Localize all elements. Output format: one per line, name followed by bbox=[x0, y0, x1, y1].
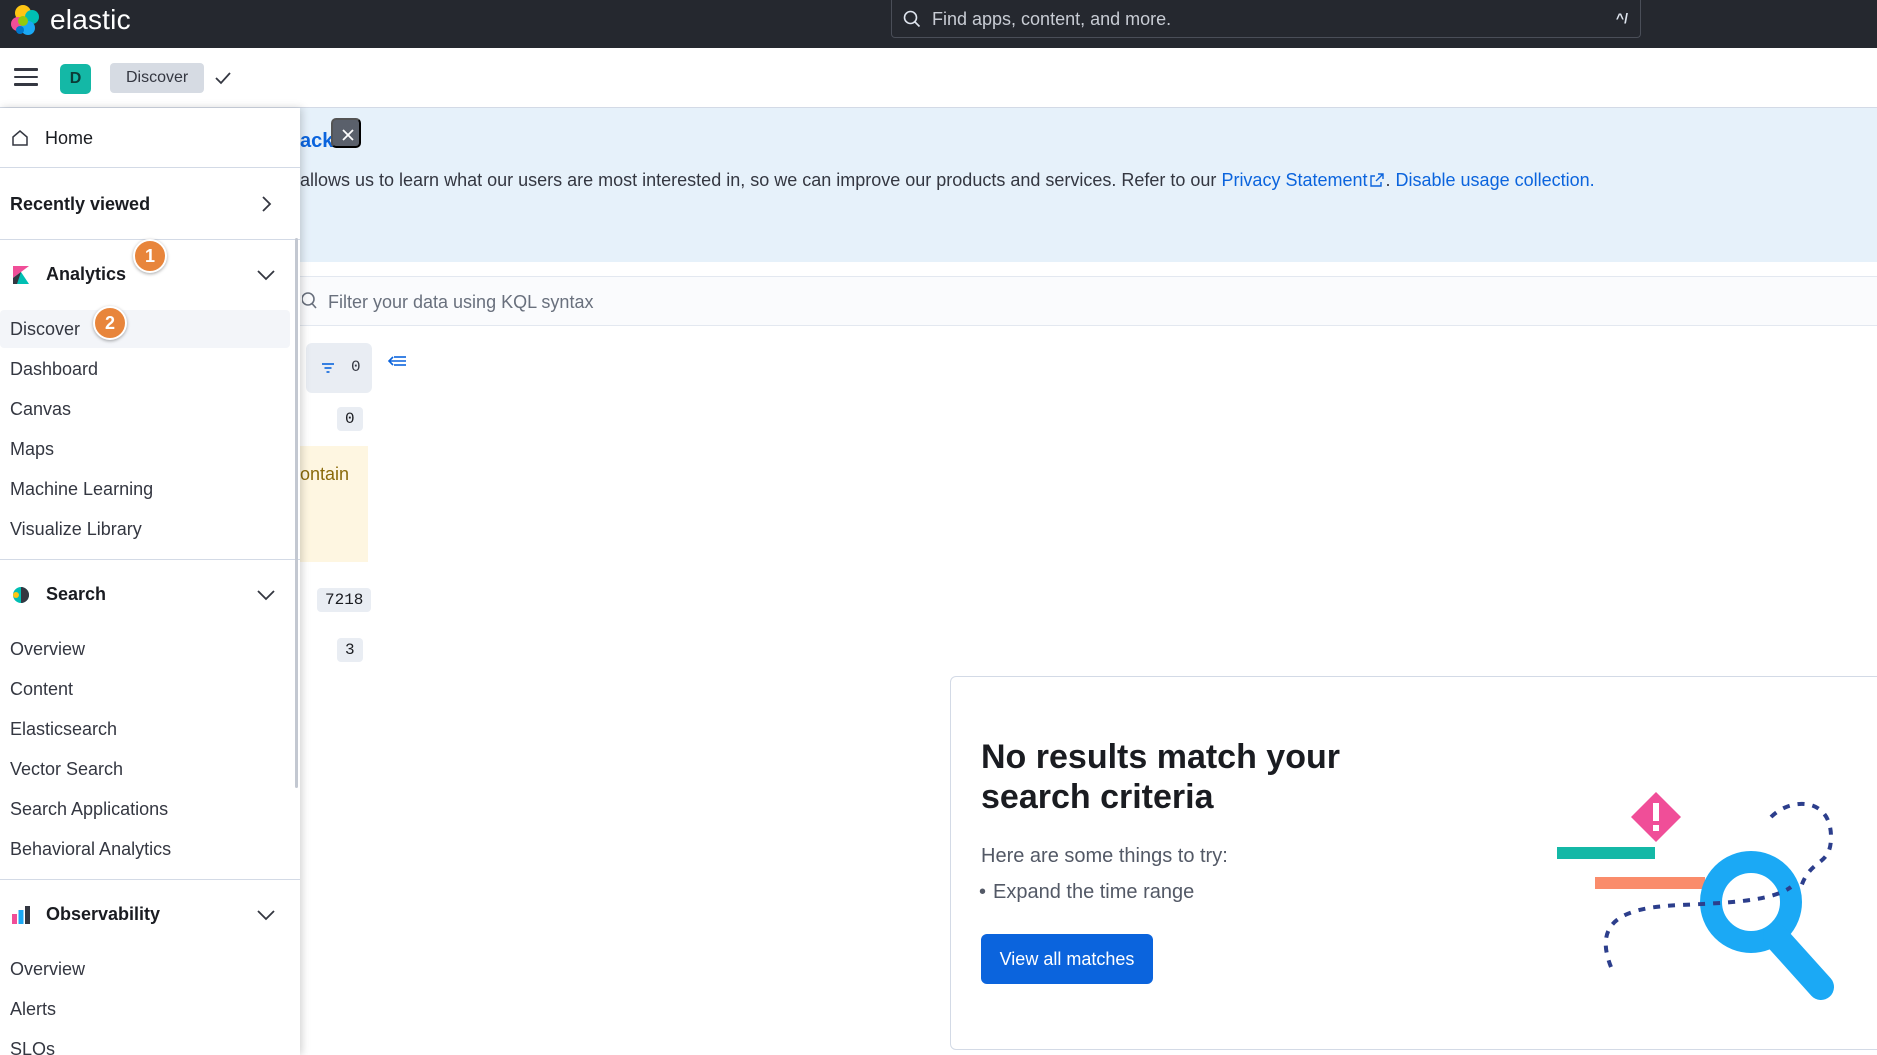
nav-item-visualize-library[interactable]: Visualize Library bbox=[0, 510, 290, 548]
breadcrumb-discover[interactable]: Discover bbox=[110, 63, 205, 93]
nav-section-label: Search bbox=[46, 584, 107, 604]
field-count-badge: 3 bbox=[337, 638, 363, 662]
no-results-panel: No results match your search criteria He… bbox=[950, 676, 1877, 1050]
analytics-icon bbox=[13, 266, 29, 284]
external-link-icon bbox=[1369, 173, 1384, 187]
nav-item-dashboard[interactable]: Dashboard bbox=[0, 350, 290, 388]
breadcrumb-bar: D Discover bbox=[0, 48, 1877, 108]
filter-icon bbox=[322, 363, 334, 373]
nav-item-label: Alerts bbox=[10, 999, 57, 1019]
kql-query-input[interactable] bbox=[328, 289, 1228, 315]
step-badge-1: 1 bbox=[133, 239, 167, 273]
chevron-down-icon bbox=[257, 910, 275, 921]
privacy-statement-link[interactable]: Privacy Statement bbox=[1221, 170, 1367, 190]
nav-item-label: Machine Learning bbox=[10, 479, 154, 499]
chevron-right-icon bbox=[262, 196, 272, 212]
no-results-title: No results match your search criteria bbox=[981, 738, 1340, 816]
nav-item-machine-learning[interactable]: Machine Learning bbox=[0, 470, 290, 508]
nav-divider bbox=[0, 559, 300, 560]
search-icon bbox=[903, 10, 921, 28]
top-header: elastic ^/ bbox=[0, 0, 1877, 48]
main-content: ack allows us to learn what our users ar… bbox=[300, 108, 1877, 1055]
collapse-sidebar-icon[interactable] bbox=[386, 351, 408, 371]
warning-text: ontain bbox=[300, 464, 350, 484]
nav-item-elasticsearch[interactable]: Elasticsearch bbox=[0, 710, 290, 748]
nav-item-label: Canvas bbox=[10, 399, 72, 419]
nav-item-label: Elasticsearch bbox=[10, 719, 118, 739]
menu-toggle-button[interactable] bbox=[14, 68, 38, 88]
nav-item-label: Dashboard bbox=[10, 359, 99, 379]
no-results-illustration bbox=[1557, 792, 1834, 1000]
view-all-matches-button[interactable]: View all matches bbox=[981, 934, 1153, 984]
nav-item-label: SLOs bbox=[10, 1039, 56, 1055]
nav-section-search[interactable]: Search bbox=[0, 570, 300, 620]
nav-home-label: Home bbox=[45, 128, 94, 148]
chevron-down-icon bbox=[257, 590, 275, 601]
suggestion-item: Expand the time range bbox=[979, 881, 1194, 904]
nav-item-content[interactable]: Content bbox=[0, 670, 290, 708]
nav-item-canvas[interactable]: Canvas bbox=[0, 390, 290, 428]
nav-item-search-overview[interactable]: Overview bbox=[0, 630, 290, 668]
warning-callout: ontain bbox=[300, 446, 368, 562]
callout-text: allows us to learn what our users are mo… bbox=[300, 170, 1595, 191]
nav-item-label: Maps bbox=[10, 439, 55, 459]
hamburger-line bbox=[14, 75, 38, 78]
check-icon bbox=[215, 72, 231, 85]
nav-item-label: Visualize Library bbox=[10, 519, 142, 539]
callout-title: ack bbox=[300, 130, 334, 152]
nav-item-search-applications[interactable]: Search Applications bbox=[0, 790, 290, 828]
nav-section-label: Analytics bbox=[46, 264, 127, 284]
recently-viewed-label: Recently viewed bbox=[10, 194, 151, 214]
close-callout-button[interactable] bbox=[331, 118, 361, 148]
no-results-subtitle: Here are some things to try: bbox=[981, 845, 1228, 867]
nav-item-label: Overview bbox=[10, 639, 86, 659]
field-filter-button[interactable]: 0 bbox=[306, 343, 372, 393]
nav-item-alerts[interactable]: Alerts bbox=[0, 990, 290, 1028]
search-icon bbox=[302, 292, 317, 309]
query-bar bbox=[300, 276, 1877, 326]
hamburger-line bbox=[14, 68, 38, 71]
home-icon bbox=[12, 130, 28, 146]
global-search[interactable]: ^/ bbox=[891, 0, 1641, 38]
chevron-down-icon bbox=[257, 270, 275, 281]
search-solution-icon bbox=[13, 587, 29, 603]
brand-name: elastic bbox=[50, 4, 131, 35]
field-count-badge: 7218 bbox=[317, 588, 372, 612]
nav-item-label: Vector Search bbox=[10, 759, 124, 779]
nav-item-discover[interactable]: Discover bbox=[0, 310, 290, 348]
search-shortcut-hint: ^/ bbox=[1615, 10, 1628, 26]
nav-item-label: Overview bbox=[10, 959, 86, 979]
field-count-badge: 0 bbox=[337, 407, 363, 431]
close-icon bbox=[342, 129, 354, 141]
step-badge-2: 2 bbox=[93, 306, 127, 340]
nav-item-label: Discover bbox=[10, 319, 81, 339]
nav-item-observability-overview[interactable]: Overview bbox=[0, 950, 290, 988]
nav-item-label: Content bbox=[10, 679, 74, 699]
nav-home[interactable]: Home bbox=[0, 108, 300, 168]
nav-item-vector-search[interactable]: Vector Search bbox=[0, 750, 290, 788]
nav-section-label: Observability bbox=[46, 904, 161, 924]
disable-usage-collection-link[interactable]: Disable usage collection. bbox=[1396, 170, 1595, 190]
nav-recently-viewed[interactable]: Recently viewed bbox=[0, 168, 300, 240]
hamburger-line bbox=[14, 83, 38, 86]
filter-count: 0 bbox=[351, 358, 361, 376]
callout-body: allows us to learn what our users are mo… bbox=[300, 170, 1222, 190]
elastic-logo[interactable]: elastic bbox=[10, 4, 131, 36]
nav-item-behavioral-analytics[interactable]: Behavioral Analytics bbox=[0, 830, 290, 868]
nav-section-observability[interactable]: Observability bbox=[0, 890, 300, 940]
nav-item-label: Behavioral Analytics bbox=[10, 839, 172, 859]
nav-scrollbar[interactable] bbox=[295, 238, 298, 788]
nav-item-label: Search Applications bbox=[10, 799, 169, 819]
telemetry-callout: ack allows us to learn what our users ar… bbox=[300, 108, 1877, 262]
nav-divider bbox=[0, 879, 300, 880]
observability-icon bbox=[12, 906, 30, 924]
elastic-logo-icon bbox=[11, 5, 39, 35]
callout-separator: . bbox=[1385, 170, 1396, 190]
space-avatar[interactable]: D bbox=[60, 64, 91, 94]
nav-item-maps[interactable]: Maps bbox=[0, 430, 290, 468]
nav-item-slos[interactable]: SLOs bbox=[0, 1030, 290, 1055]
global-search-input[interactable] bbox=[932, 6, 1552, 32]
